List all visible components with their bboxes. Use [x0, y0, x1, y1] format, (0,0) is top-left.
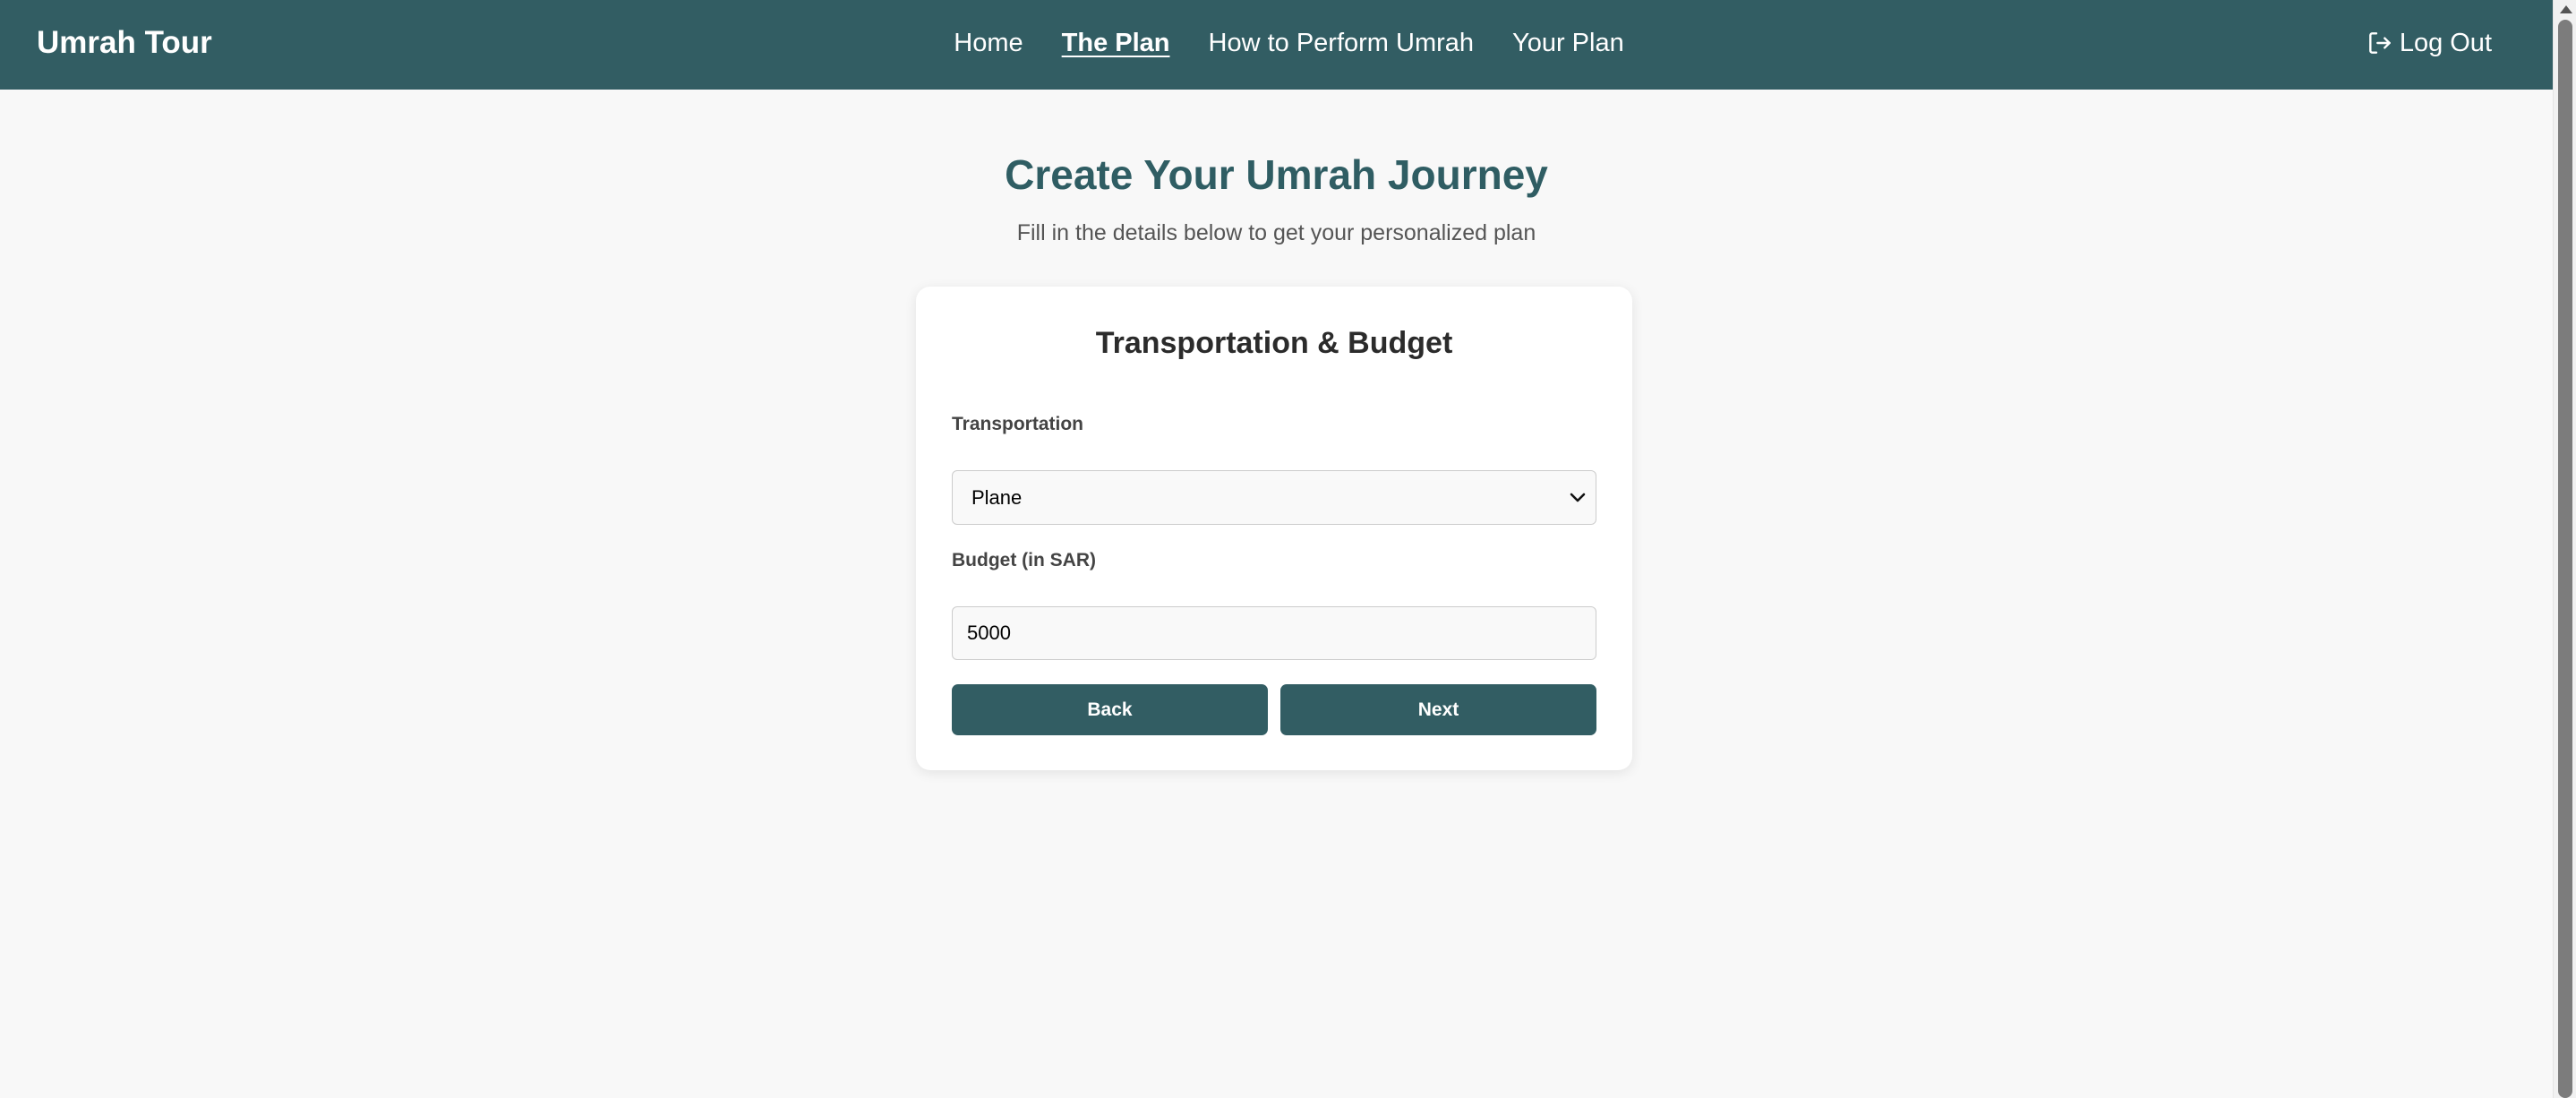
top-navbar: Umrah Tour Home The Plan How to Perform … [0, 0, 2553, 90]
step-title: Transportation & Budget [1095, 326, 1453, 360]
nav-link-how-to-perform-umrah[interactable]: How to Perform Umrah [1209, 0, 1475, 86]
page-subtitle: Fill in the details below to get your pe… [1016, 220, 1536, 245]
log-out-icon [2366, 29, 2394, 57]
page-title: Create Your Umrah Journey [1005, 151, 1548, 198]
nav-links: Home The Plan How to Perform Umrah Your … [0, 0, 2553, 86]
nav-link-your-plan[interactable]: Your Plan [1512, 0, 1624, 86]
nav-link-home[interactable]: Home [954, 0, 1023, 86]
vertical-scrollbar[interactable] [2553, 0, 2576, 1098]
log-out-label: Log Out [2399, 28, 2492, 57]
transportation-select[interactable]: Plane [952, 470, 1596, 525]
nav-link-the-plan[interactable]: The Plan [1062, 0, 1170, 86]
next-button[interactable]: Next [1280, 684, 1596, 735]
scroll-up-arrow-icon[interactable] [2560, 5, 2572, 13]
brand-logo[interactable]: Umrah Tour [37, 0, 212, 86]
transportation-label: Transportation [952, 414, 1084, 434]
page: Umrah Tour Home The Plan How to Perform … [0, 0, 2576, 1098]
budget-input[interactable] [952, 606, 1596, 660]
transportation-selected-value: Plane [971, 486, 1023, 509]
scrollbar-thumb[interactable] [2558, 20, 2572, 1098]
back-button[interactable]: Back [952, 684, 1268, 735]
chevron-down-icon [1569, 490, 1587, 510]
log-out-button[interactable]: Log Out [2366, 0, 2492, 86]
plan-form-card: Transportation & Budget Transportation P… [916, 287, 1632, 770]
budget-label: Budget (in SAR) [952, 550, 1096, 570]
